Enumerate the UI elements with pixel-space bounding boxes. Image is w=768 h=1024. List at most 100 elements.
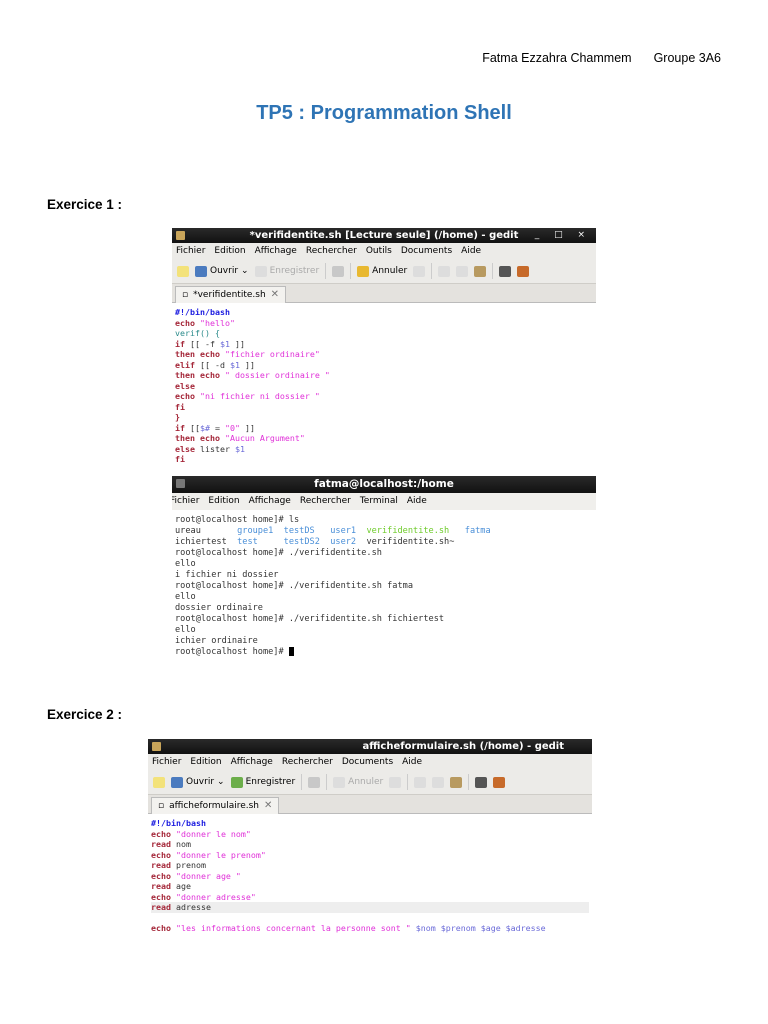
window-controls[interactable]: _ □ × <box>535 228 591 243</box>
code-token: prenom <box>175 860 206 870</box>
divider <box>407 774 409 790</box>
tab-afficheformulaire[interactable]: ▫ afficheformulaire.sh ✕ <box>151 797 280 814</box>
undo-button[interactable]: Annuler <box>333 776 384 788</box>
code-token: read <box>151 902 176 912</box>
new-file-icon[interactable] <box>177 265 189 277</box>
undo-label: Annuler <box>348 777 384 787</box>
menu-item-outils[interactable]: Outils <box>366 246 392 256</box>
code-token: $1 <box>229 359 240 370</box>
menu-bar: Fichier Edition Affichage Rechercher Outils D… <box>172 243 596 259</box>
tab-label: afficheformulaire.sh <box>169 801 260 811</box>
menu-item-rechercher[interactable]: Rechercher <box>282 757 333 767</box>
code-token: root@localhost home]# <box>175 647 289 657</box>
code-line: root@localhost home]# <box>175 647 593 658</box>
menu-item-rechercher[interactable]: Rechercher <box>300 496 351 506</box>
search-icon[interactable] <box>499 265 512 277</box>
code-line: fi <box>175 454 593 462</box>
menu-item-rechercher[interactable]: Rechercher <box>306 246 357 256</box>
close-tab-icon[interactable]: ✕ <box>271 287 279 303</box>
menu-item-fichier[interactable]: Fichier <box>152 757 181 767</box>
code-line: } <box>175 412 593 423</box>
code-token: dossier ordinaire <box>175 603 263 613</box>
code-token: echo <box>151 923 176 933</box>
code-line: ichier ordinaire <box>175 636 593 647</box>
undo-button[interactable]: Annuler <box>357 265 407 277</box>
divider <box>468 774 470 790</box>
code-line: #!/bin/bash <box>151 818 589 829</box>
open-button[interactable]: Ouvrir ⌄ <box>171 776 225 788</box>
code-line: echo "donner adresse" <box>151 892 589 903</box>
code-line: elif [[ -d $1 ]] <box>175 360 593 371</box>
save-label: Enregistrer <box>245 777 296 787</box>
menu-item-documents[interactable]: Documents <box>401 246 452 256</box>
copy-icon[interactable] <box>432 776 445 788</box>
undo-icon <box>333 776 346 788</box>
tab-bar: ▫ *verifidentite.sh ✕ <box>172 284 596 303</box>
chevron-down-icon[interactable]: ⌄ <box>241 266 249 276</box>
divider <box>431 263 433 279</box>
code-line: dossier ordinaire <box>175 603 593 614</box>
code-token: "donner age " <box>175 870 241 881</box>
tab-verifidentite[interactable]: ▫ *verifidentite.sh ✕ <box>175 286 287 303</box>
code-token: ichier ordinaire <box>175 636 258 646</box>
menu-item-aide[interactable]: Aide <box>402 757 422 767</box>
code-token: "fichier ordinaire" <box>224 349 320 359</box>
code-line: ureau groupe1 testDS user1 verifidentite… <box>175 526 593 537</box>
code-token: #!/bin/bash <box>151 818 206 828</box>
code-token: fi <box>175 401 185 412</box>
redo-icon[interactable] <box>389 776 402 788</box>
folder-icon <box>195 265 207 277</box>
menu-item-aide[interactable]: Aide <box>407 496 427 506</box>
search-icon[interactable] <box>475 776 488 788</box>
terminal-output[interactable]: root@localhost home]# ls ureau groupe1 te… <box>172 510 596 658</box>
menu-item-affichage[interactable]: Affichage <box>231 757 273 767</box>
save-icon <box>230 776 243 788</box>
code-token: i fichier ni dossier <box>175 570 279 580</box>
open-button[interactable]: Ouvrir ⌄ <box>195 265 249 277</box>
author-name: Fatma Ezzahra Chammem <box>482 51 632 65</box>
paste-icon[interactable] <box>474 265 487 277</box>
code-token: nom <box>175 839 191 849</box>
copy-icon[interactable] <box>456 265 469 277</box>
code-token: "0" <box>225 422 240 433</box>
save-button[interactable]: Enregistrer <box>254 265 319 277</box>
code-token: [[ -f <box>185 338 220 349</box>
menu-bar: Fichier Edition Affichage Rechercher Termina… <box>172 493 596 510</box>
print-icon[interactable] <box>308 776 321 788</box>
code-token: ]] <box>229 338 245 349</box>
divider <box>301 774 303 790</box>
chevron-down-icon[interactable]: ⌄ <box>217 777 225 787</box>
code-line: root@localhost home]# ls <box>175 515 593 526</box>
code-editor[interactable]: #!/bin/bash echo "donner le nom" read nom e… <box>148 814 592 934</box>
divider <box>350 263 352 279</box>
redo-icon[interactable] <box>413 265 426 277</box>
code-token: verif() { <box>175 328 220 338</box>
save-button[interactable]: Enregistrer <box>230 776 296 788</box>
open-label: Ouvrir <box>186 777 215 787</box>
menu-item-terminal[interactable]: Terminal <box>360 496 398 506</box>
menu-item-aide[interactable]: Aide <box>461 246 481 256</box>
menu-item-documents[interactable]: Documents <box>342 757 393 767</box>
menu-item-affichage[interactable]: Affichage <box>255 246 297 256</box>
replace-icon[interactable] <box>493 776 506 788</box>
folder-icon <box>171 776 183 788</box>
cut-icon[interactable] <box>438 265 451 277</box>
menu-item-edition[interactable]: Edition <box>214 246 245 256</box>
undo-icon <box>357 265 370 277</box>
menu-item-fichier[interactable]: Fichier <box>172 496 199 506</box>
menu-item-edition[interactable]: Edition <box>208 496 239 506</box>
print-icon[interactable] <box>332 265 345 277</box>
replace-icon[interactable] <box>517 265 530 277</box>
code-line: ello <box>175 559 593 570</box>
menu-item-affichage[interactable]: Affichage <box>249 496 291 506</box>
new-file-icon[interactable] <box>153 776 165 788</box>
cut-icon[interactable] <box>414 776 427 788</box>
paste-icon[interactable] <box>450 776 463 788</box>
divider <box>492 263 494 279</box>
menu-item-fichier[interactable]: Fichier <box>176 246 205 256</box>
code-editor[interactable]: #!/bin/bash echo "hello" verif() {if [[ -f… <box>172 303 596 462</box>
menu-item-edition[interactable]: Edition <box>190 757 221 767</box>
code-token: root@localhost home]# ./verifidentite.sh… <box>175 581 413 591</box>
close-tab-icon[interactable]: ✕ <box>264 798 272 814</box>
